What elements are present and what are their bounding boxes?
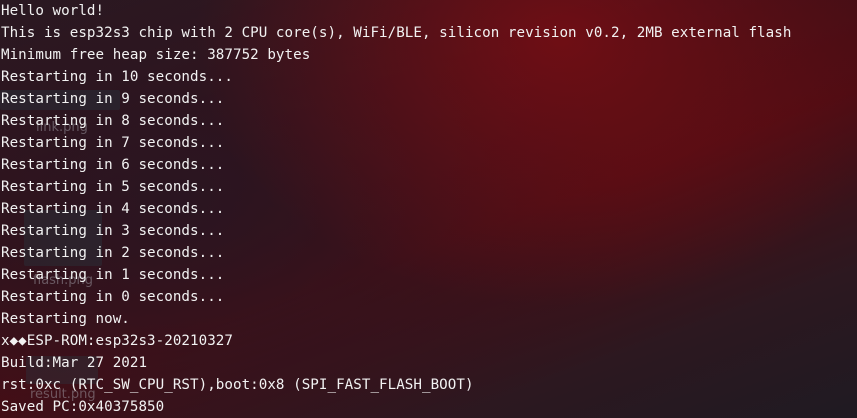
- terminal-line: rst:0xc (RTC_SW_CPU_RST),boot:0x8 (SPI_F…: [1, 377, 474, 393]
- terminal-line: Restarting in 8 seconds...: [1, 113, 225, 129]
- terminal-line: Restarting now.: [1, 311, 130, 327]
- terminal-line: Restarting in 2 seconds...: [1, 245, 225, 261]
- terminal-line: Restarting in 5 seconds...: [1, 179, 225, 195]
- terminal-line: Hello world!: [1, 3, 105, 19]
- terminal-line: Restarting in 9 seconds...: [1, 91, 225, 107]
- terminal-line: Restarting in 6 seconds...: [1, 157, 225, 173]
- terminal-line: Restarting in 10 seconds...: [1, 69, 233, 85]
- terminal-line: Restarting in 0 seconds...: [1, 289, 225, 305]
- terminal-line: Minimum free heap size: 387752 bytes: [1, 47, 311, 63]
- terminal-line: Saved PC:0x40375850: [1, 399, 165, 415]
- terminal-line: Restarting in 1 seconds...: [1, 267, 225, 283]
- terminal-line: Restarting in 7 seconds...: [1, 135, 225, 151]
- terminal-line: Build:Mar 27 2021: [1, 355, 148, 371]
- terminal-line: This is esp32s3 chip with 2 CPU core(s),…: [1, 25, 792, 41]
- terminal-line: Restarting in 4 seconds...: [1, 201, 225, 217]
- terminal-line: Restarting in 3 seconds...: [1, 223, 225, 239]
- terminal-output[interactable]: Hello world! This is esp32s3 chip with 2…: [0, 0, 857, 418]
- terminal-line: x◆◆ESP-ROM:esp32s3-20210327: [1, 333, 233, 349]
